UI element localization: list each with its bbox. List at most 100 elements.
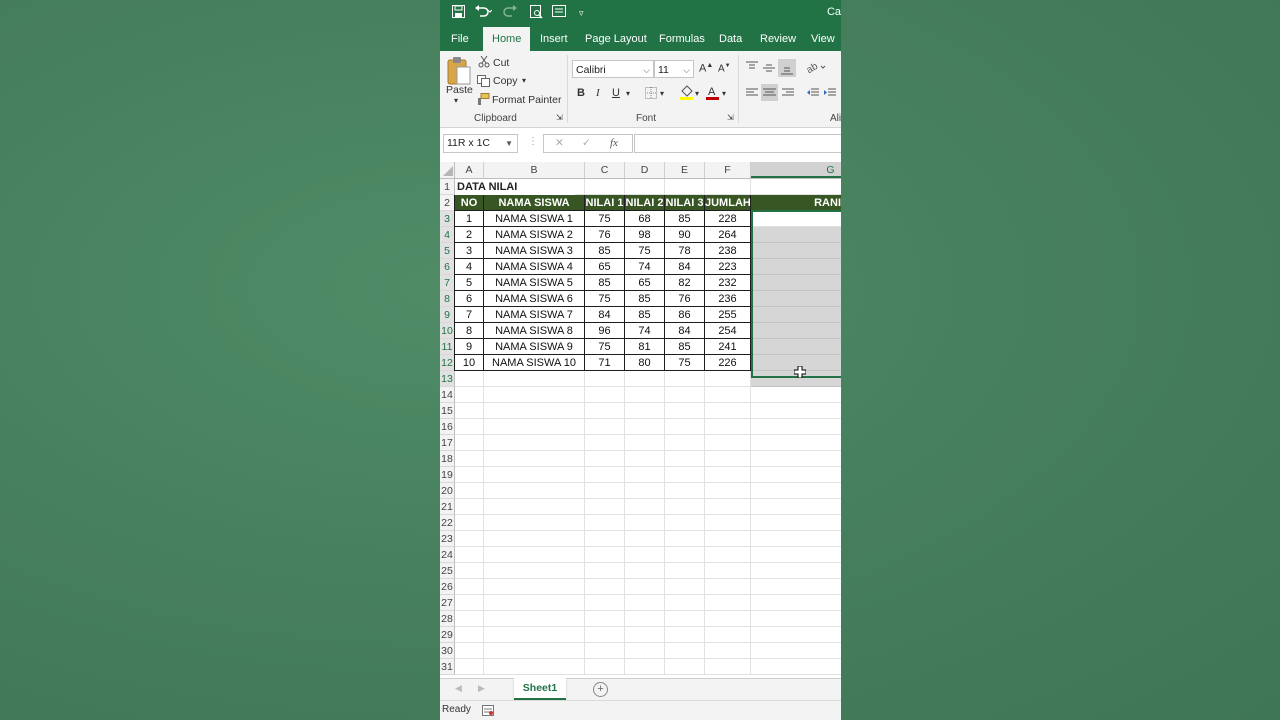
- grid-cell[interactable]: [625, 643, 665, 659]
- tab-file[interactable]: File: [451, 27, 469, 51]
- column-header-a[interactable]: A: [455, 162, 484, 178]
- row-header[interactable]: 5: [440, 243, 455, 259]
- underline-dropdown-icon[interactable]: ▾: [626, 89, 630, 98]
- table-cell[interactable]: 76: [665, 291, 705, 307]
- grid-cell[interactable]: [665, 547, 705, 563]
- table-cell[interactable]: 90: [665, 227, 705, 243]
- grid-cell[interactable]: [455, 387, 484, 403]
- grid-cell[interactable]: [484, 499, 585, 515]
- grid-cell[interactable]: [665, 659, 705, 675]
- column-header-e[interactable]: E: [665, 162, 705, 178]
- grid-cell[interactable]: [585, 531, 625, 547]
- grid-cell[interactable]: [705, 563, 751, 579]
- grid-cell[interactable]: [705, 451, 751, 467]
- grid-cell[interactable]: [484, 483, 585, 499]
- orientation-icon[interactable]: ab: [805, 61, 826, 76]
- grid-cell[interactable]: [665, 563, 705, 579]
- grid-cell[interactable]: [751, 211, 841, 227]
- grid-cell[interactable]: [665, 483, 705, 499]
- table-cell[interactable]: 85: [585, 275, 625, 291]
- table-cell[interactable]: 75: [585, 339, 625, 355]
- grid-cell[interactable]: [585, 483, 625, 499]
- grid-cell[interactable]: [705, 595, 751, 611]
- student-name-cell[interactable]: NAMA SISWA 2: [484, 227, 585, 243]
- grid-cell[interactable]: [751, 227, 841, 243]
- cut-button[interactable]: Cut: [493, 57, 509, 69]
- grid-cell[interactable]: [665, 419, 705, 435]
- scroll-right-icon[interactable]: ▶: [478, 683, 485, 694]
- bold-button[interactable]: B: [577, 87, 585, 99]
- formula-input[interactable]: [634, 134, 841, 153]
- table-cell[interactable]: 86: [665, 307, 705, 323]
- grid-cell[interactable]: [665, 515, 705, 531]
- grid-cell[interactable]: [705, 419, 751, 435]
- row-header[interactable]: 18: [440, 451, 455, 467]
- grid-cell[interactable]: [625, 499, 665, 515]
- table-cell[interactable]: 65: [625, 275, 665, 291]
- table-cell[interactable]: 8: [455, 323, 484, 339]
- decrease-font-size-icon[interactable]: A▼: [718, 63, 731, 74]
- table-cell[interactable]: 65: [585, 259, 625, 275]
- grid-cell[interactable]: [625, 467, 665, 483]
- fill-color-icon[interactable]: [680, 85, 693, 103]
- sheet-title-cell[interactable]: DATA NILAI: [455, 179, 575, 195]
- table-cell[interactable]: 228: [705, 211, 751, 227]
- grid-cell[interactable]: [625, 579, 665, 595]
- grid-cell[interactable]: [751, 307, 841, 323]
- grid-cell[interactable]: [585, 627, 625, 643]
- row-header[interactable]: 10: [440, 323, 455, 339]
- name-box[interactable]: 11R x 1C ▼: [443, 134, 518, 153]
- italic-button[interactable]: I: [596, 87, 600, 99]
- table-cell[interactable]: 4: [455, 259, 484, 275]
- grid-cell[interactable]: [625, 563, 665, 579]
- column-header-f[interactable]: F: [705, 162, 751, 178]
- grid-cell[interactable]: [484, 371, 585, 387]
- undo-icon[interactable]: [474, 5, 492, 21]
- table-cell[interactable]: 5: [455, 275, 484, 291]
- grid-cell[interactable]: [484, 467, 585, 483]
- grid-cell[interactable]: [585, 643, 625, 659]
- table-cell[interactable]: 84: [665, 259, 705, 275]
- grid-cell[interactable]: [585, 419, 625, 435]
- grid-cell[interactable]: [585, 451, 625, 467]
- grid-cell[interactable]: [455, 515, 484, 531]
- grid-cell[interactable]: [585, 595, 625, 611]
- insert-function-icon[interactable]: fx: [610, 137, 618, 149]
- grid-cell[interactable]: [625, 179, 665, 195]
- borders-icon[interactable]: [645, 87, 657, 102]
- grid-cell[interactable]: [665, 611, 705, 627]
- grid-cell[interactable]: [455, 579, 484, 595]
- grid-cell[interactable]: [455, 643, 484, 659]
- table-cell[interactable]: 1: [455, 211, 484, 227]
- table-cell[interactable]: 68: [625, 211, 665, 227]
- table-cell[interactable]: 75: [665, 355, 705, 371]
- row-header[interactable]: 27: [440, 595, 455, 611]
- grid-cell[interactable]: [665, 403, 705, 419]
- grid-cell[interactable]: [705, 179, 751, 195]
- grid-cell[interactable]: [455, 627, 484, 643]
- grid-cell[interactable]: [484, 611, 585, 627]
- row-header[interactable]: 2: [440, 195, 455, 211]
- font-color-dropdown-icon[interactable]: ▾: [722, 89, 726, 98]
- tab-page-layout[interactable]: Page Layout: [585, 27, 647, 51]
- table-header-cell[interactable]: NO: [455, 195, 484, 211]
- save-icon[interactable]: [452, 5, 465, 21]
- table-header-cell[interactable]: JUMLAH: [705, 195, 751, 211]
- table-cell[interactable]: 223: [705, 259, 751, 275]
- row-header[interactable]: 31: [440, 659, 455, 675]
- middle-align-icon[interactable]: [763, 63, 775, 76]
- print-preview-icon[interactable]: [530, 5, 543, 21]
- column-header-g[interactable]: G: [751, 162, 841, 178]
- increase-font-size-icon[interactable]: A▲: [699, 62, 713, 75]
- table-cell[interactable]: 232: [705, 275, 751, 291]
- font-launcher-icon[interactable]: ⇲: [727, 113, 734, 122]
- grid-cell[interactable]: [484, 419, 585, 435]
- font-name-combo[interactable]: Calibri ⌵: [572, 60, 654, 78]
- student-name-cell[interactable]: NAMA SISWA 7: [484, 307, 585, 323]
- column-header-d[interactable]: D: [625, 162, 665, 178]
- table-cell[interactable]: 85: [625, 291, 665, 307]
- grid-cell[interactable]: [705, 435, 751, 451]
- row-header[interactable]: 19: [440, 467, 455, 483]
- align-left-icon[interactable]: [746, 88, 758, 101]
- grid-cell[interactable]: [484, 435, 585, 451]
